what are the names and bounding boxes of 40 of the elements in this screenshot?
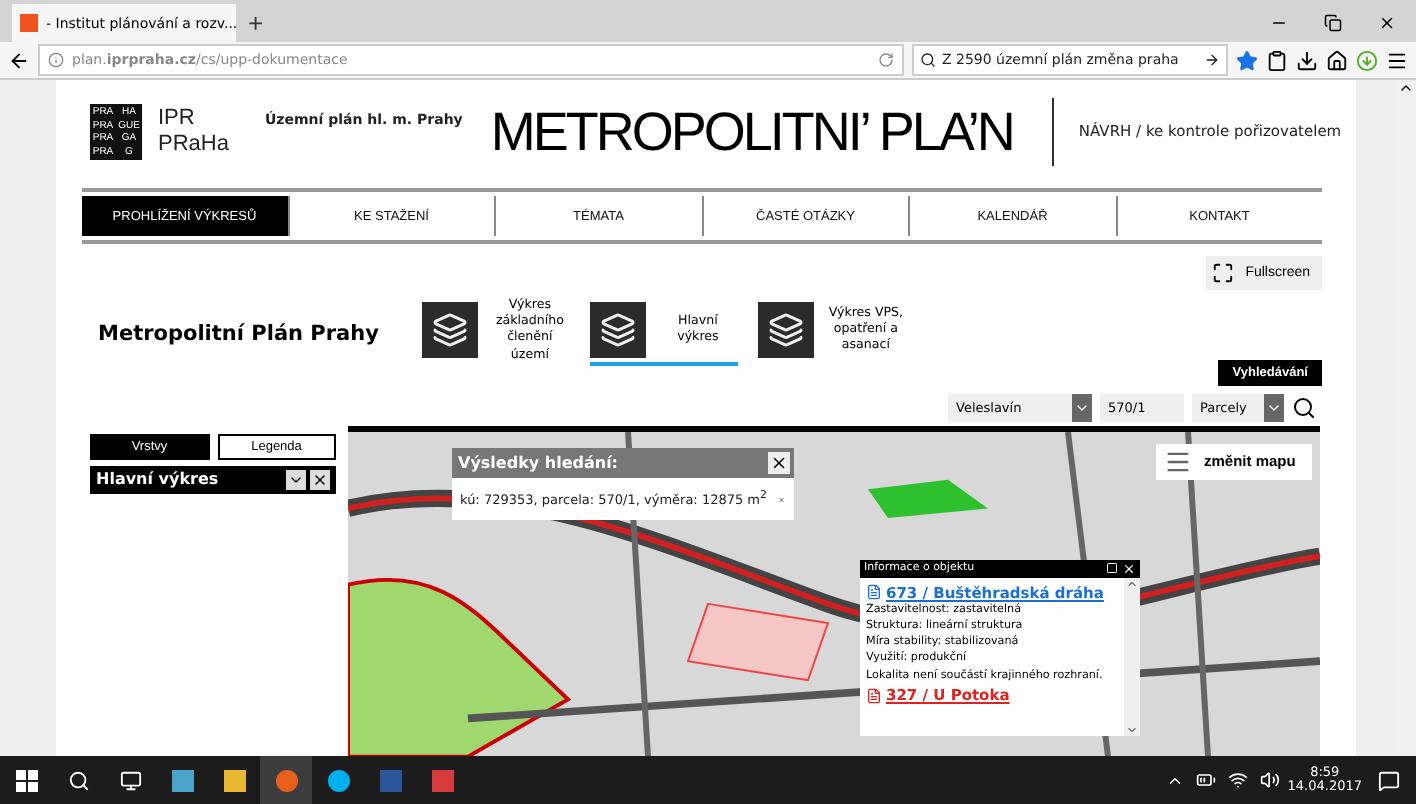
close-button[interactable] (768, 451, 790, 474)
restore-icon[interactable] (1324, 14, 1342, 32)
battery-icon[interactable] (1195, 770, 1216, 790)
maximize-icon[interactable] (1106, 562, 1118, 575)
arrow-icon[interactable] (1204, 52, 1220, 68)
close-button[interactable] (310, 469, 330, 490)
logo-text: PRaHa (158, 132, 229, 158)
new-tab-button[interactable]: + (236, 4, 276, 42)
scroll-up-icon[interactable] (1126, 577, 1138, 590)
fullscreen-icon (1211, 262, 1234, 284)
favicon-icon (20, 14, 38, 32)
layers-icon (432, 312, 469, 349)
panel-title: Hlavní výkres (96, 470, 221, 489)
page-title: Metropolitní Plán Prahy (98, 322, 379, 347)
site-title: METROPOLITNI’ PLA’N (490, 101, 1013, 163)
home-icon[interactable] (1326, 49, 1348, 71)
volume-icon[interactable] (1259, 770, 1280, 790)
back-icon[interactable] (8, 49, 30, 71)
menu-icon[interactable] (1386, 49, 1408, 71)
layers-icon (768, 312, 805, 349)
download-icon[interactable] (1296, 49, 1318, 71)
scroll-up-icon[interactable] (1398, 80, 1414, 96)
close-icon[interactable] (1378, 14, 1396, 32)
popup-title: Výsledky hledání: (458, 453, 619, 472)
scroll-down-icon[interactable] (1126, 723, 1138, 736)
logo-text: IPR (158, 106, 197, 132)
document-icon (866, 687, 882, 704)
close-icon (770, 453, 788, 472)
search-icon[interactable] (1292, 395, 1316, 420)
document-icon (866, 584, 882, 601)
close-icon (312, 471, 328, 488)
wifi-icon[interactable] (1227, 770, 1248, 790)
star-icon[interactable] (1236, 49, 1258, 71)
reload-icon[interactable] (878, 52, 894, 68)
layers-icon (600, 312, 637, 349)
notification-icon[interactable] (1378, 769, 1400, 791)
search-icon (920, 52, 936, 68)
clipboard-icon[interactable] (1266, 49, 1288, 71)
dropdown-button[interactable] (286, 469, 306, 490)
info-icon (48, 52, 64, 68)
